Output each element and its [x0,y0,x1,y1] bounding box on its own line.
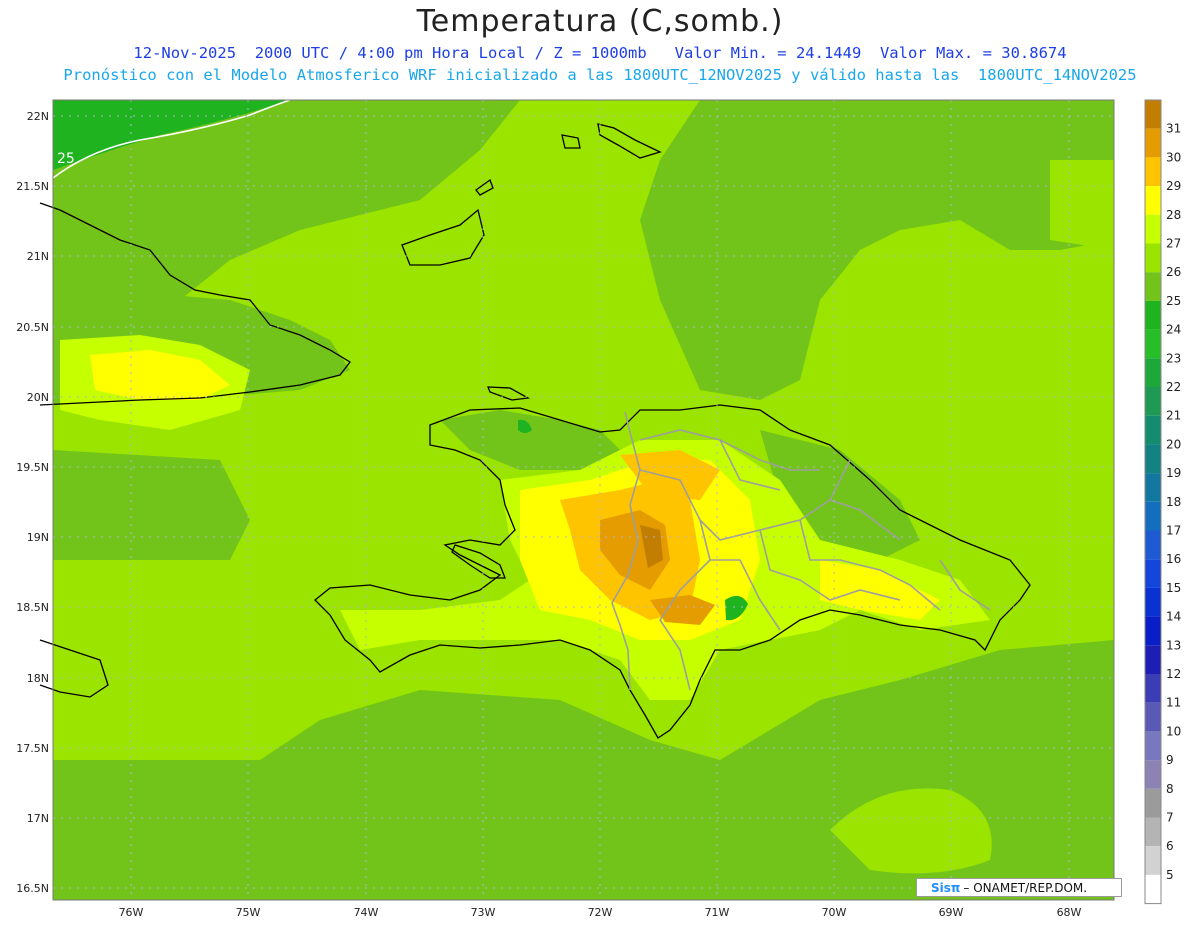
lat-label: 19N [27,531,49,544]
colorbar-swatch [1145,358,1161,387]
colorbar-swatch [1145,530,1161,560]
colorbar-label: 21 [1166,409,1181,423]
colorbar-swatch [1145,559,1161,588]
colorbar-label: 27 [1166,237,1181,251]
colorbar-swatch [1145,387,1161,416]
colorbar-label: 31 [1166,122,1181,136]
colorbar-label: 26 [1166,265,1181,279]
credit-box: Sisπ – ONAMET/REP.DOM. [916,878,1122,897]
temp-band-25-26-west [53,450,250,560]
colorbar-swatch [1145,874,1161,904]
colorbar-label: 24 [1166,323,1181,337]
colorbar-label: 28 [1166,208,1181,222]
colorbar-label: 20 [1166,437,1181,451]
lat-label: 22N [27,110,49,123]
colorbar-swatch [1145,243,1161,273]
colorbar-label: 5 [1166,868,1174,882]
lat-label: 18.5N [16,601,49,614]
colorbar-label: 7 [1166,811,1174,825]
colorbar-swatch [1145,272,1161,301]
colorbar-label: 18 [1166,495,1181,509]
longitude-axis: 76W 75W 74W 73W 72W 71W 70W 69W 68W [119,906,1082,919]
lat-label: 18N [27,672,49,685]
colorbar-label: 11 [1166,696,1181,710]
colorbar-label: 15 [1166,581,1181,595]
colorbar-swatch [1145,186,1161,215]
sispi-logo: Sisπ [931,880,961,895]
colorbar-label: 14 [1166,610,1181,624]
colorbar-label: 6 [1166,839,1174,853]
colorbar-label: 25 [1166,294,1181,308]
colorbar-swatch [1145,300,1161,330]
temperature-field [53,100,1114,900]
colorbar-swatch [1145,760,1161,789]
colorbar-label: 16 [1166,552,1181,566]
temp-band-26-27-patch-east [1050,160,1114,250]
colorbar-label: 13 [1166,638,1181,652]
colorbar-label: 10 [1166,724,1181,738]
contour-label-25: 25 [57,151,75,167]
colorbar-label: 23 [1166,351,1181,365]
lat-label: 17.5N [16,742,49,755]
colorbar-swatch [1145,587,1161,617]
lat-label: 17N [27,812,49,825]
lat-label: 21N [27,250,49,263]
lat-label: 21.5N [16,180,49,193]
colorbar-label: 8 [1166,782,1174,796]
lon-label: 69W [939,906,964,919]
lon-label: 74W [354,906,379,919]
lon-label: 75W [236,906,261,919]
lon-label: 72W [588,906,613,919]
colorbar-label: 29 [1166,179,1181,193]
colorbar-swatch [1145,645,1161,674]
colorbar-swatch [1145,415,1161,445]
colorbar-swatch [1145,616,1161,646]
colorbar-swatch [1145,731,1161,761]
colorbar-label: 9 [1166,753,1174,767]
colorbar-swatch [1145,214,1161,244]
lon-label: 73W [471,906,496,919]
colorbar-swatch [1145,846,1161,875]
latitude-axis: 22N 21.5N 21N 20.5N 20N 19.5N 19N 18.5N … [16,110,49,895]
colorbar-swatch [1145,817,1161,847]
lat-label: 16.5N [16,882,49,895]
colorbar-label: 22 [1166,380,1181,394]
colorbar-swatch [1145,128,1161,158]
colorbar-swatch [1145,473,1161,502]
colorbar-swatch [1145,157,1161,187]
colorbar-label: 19 [1166,466,1181,480]
colorbar-swatch [1145,444,1161,474]
colorbar-swatch [1145,702,1161,732]
lon-label: 70W [822,906,847,919]
colorbar-label: 17 [1166,524,1181,538]
colorbar-swatch [1145,100,1161,129]
lon-label: 71W [705,906,730,919]
lon-label: 68W [1057,906,1082,919]
credit-text: – ONAMET/REP.DOM. [963,880,1088,895]
lat-label: 20.5N [16,321,49,334]
colorbar: 31 30 29 28 27 26 25 24 23 22 21 20 19 18 17 16 15 14 13 12… [1144,99,1181,905]
lat-label: 20N [27,391,49,404]
colorbar-swatch [1145,788,1161,818]
colorbar-swatch [1145,329,1161,359]
colorbar-swatch [1145,674,1161,703]
colorbar-swatch [1145,501,1161,531]
lon-label: 76W [119,906,144,919]
colorbar-label: 12 [1166,667,1181,681]
map-figure: 25 22N 21.5N 21N 20.5N 20N 19.5N 19N 18.… [16,99,1181,919]
colorbar-label: 30 [1166,150,1181,164]
lat-label: 19.5N [16,461,49,474]
